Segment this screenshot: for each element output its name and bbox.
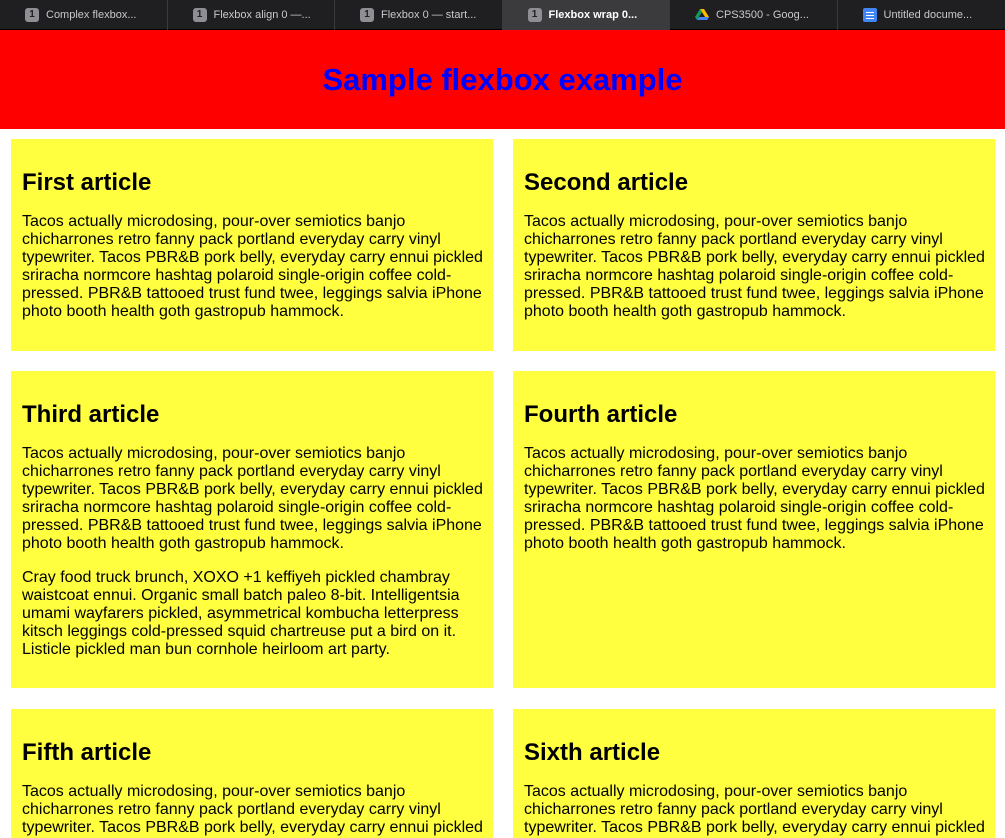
- page-header: Sample flexbox example: [0, 30, 1005, 129]
- page-icon: 1: [360, 8, 374, 22]
- browser-tab-complex-flexbox[interactable]: 1 Complex flexbox...: [0, 0, 168, 30]
- tab-title: Flexbox align 0 —...: [213, 9, 311, 21]
- article-sixth: Sixth article Tacos actually microdosing…: [513, 709, 995, 838]
- article-title: First article: [22, 169, 152, 196]
- article-first: First article Tacos actually microdosing…: [11, 139, 493, 351]
- article-third: Third article Tacos actually microdosing…: [11, 371, 493, 688]
- article-title: Sixth article: [524, 739, 661, 766]
- page-title: Sample flexbox example: [322, 61, 683, 97]
- article-fourth: Fourth article Tacos actually microdosin…: [513, 371, 995, 688]
- article-title: Second article: [524, 169, 689, 196]
- browser-tab-untitled-document[interactable]: Untitled docume...: [838, 0, 1005, 30]
- browser-tab-bar: 1 Complex flexbox... 1 Flexbox align 0 —…: [0, 0, 1005, 30]
- article-paragraph: Tacos actually microdosing, pour-over se…: [22, 783, 483, 836]
- article-title: Fourth article: [524, 401, 678, 428]
- page-icon: 1: [25, 8, 39, 22]
- tab-title: CPS3500 - Goog...: [716, 9, 809, 21]
- article-paragraph: Cray food truck brunch, XOXO +1 keffiyeh…: [22, 569, 460, 658]
- articles-section: First article Tacos actually microdosing…: [0, 129, 1005, 838]
- browser-tab-flexbox-align[interactable]: 1 Flexbox align 0 —...: [168, 0, 335, 30]
- article-paragraph: Tacos actually microdosing, pour-over se…: [22, 445, 483, 552]
- article-fifth: Fifth article Tacos actually microdosing…: [11, 709, 493, 838]
- tab-title: Untitled docume...: [883, 9, 973, 21]
- google-drive-icon: [695, 8, 709, 22]
- article-title: Third article: [22, 401, 160, 428]
- tab-title: Flexbox 0 — start...: [381, 9, 477, 21]
- article-paragraph: Tacos actually microdosing, pour-over se…: [22, 213, 483, 320]
- google-docs-icon: [862, 8, 877, 22]
- article-second: Second article Tacos actually microdosin…: [513, 139, 995, 351]
- browser-tab-cps3500[interactable]: CPS3500 - Goog...: [670, 0, 838, 30]
- tab-title: Flexbox wrap 0...: [548, 9, 638, 21]
- browser-tab-flexbox-start[interactable]: 1 Flexbox 0 — start...: [335, 0, 503, 30]
- article-title: Fifth article: [22, 739, 152, 766]
- browser-tab-flexbox-wrap[interactable]: 1 Flexbox wrap 0...: [502, 0, 670, 30]
- article-paragraph: Tacos actually microdosing, pour-over se…: [524, 783, 985, 836]
- article-paragraph: Tacos actually microdosing, pour-over se…: [524, 445, 985, 552]
- page-icon: 1: [192, 8, 207, 22]
- article-paragraph: Tacos actually microdosing, pour-over se…: [524, 213, 985, 320]
- page-icon: 1: [527, 8, 542, 22]
- tab-title: Complex flexbox...: [46, 9, 137, 21]
